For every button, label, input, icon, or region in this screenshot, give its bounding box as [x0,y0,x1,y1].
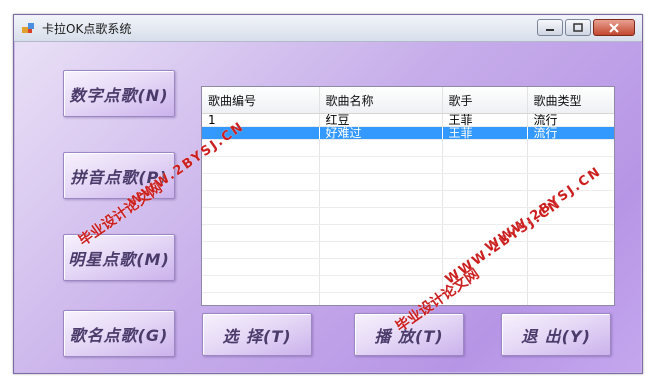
select-button[interactable]: 选 择(T) [202,313,312,356]
empty-row [202,241,614,259]
empty-row [202,207,614,225]
window-title: 卡拉OK点歌系统 [42,22,132,36]
column-header-song-name[interactable]: 歌曲名称 [319,87,443,114]
pinyin-search-button[interactable]: 拼音点歌(P) [63,152,175,199]
column-header-song-type[interactable]: 歌曲类型 [527,87,614,114]
maximize-button[interactable] [565,19,591,36]
cell-song-type: 流行 [527,113,614,127]
column-header-song-id[interactable]: 歌曲编号 [202,87,320,114]
client-area: 数字点歌(N) 拼音点歌(P) 明星点歌(M) 歌名点歌(G) 选 择(T) 播… [15,42,641,372]
cell-song-type: 流行 [527,126,614,140]
cell-singer: 王菲 [442,113,528,127]
empty-row [202,190,614,208]
song-name-search-button[interactable]: 歌名点歌(G) [63,310,175,357]
empty-row [202,139,614,157]
minimize-button[interactable] [537,19,563,36]
cell-song-id [202,126,320,140]
play-button[interactable]: 播 放(T) [354,313,464,356]
close-button[interactable] [593,19,635,36]
exit-button[interactable]: 退 出(Y) [501,313,611,356]
empty-row [202,173,614,191]
song-table: 歌曲编号 歌曲名称 歌手 歌曲类型 1 红豆 王菲 流行 好难过 王菲 流行 [202,87,614,305]
star-search-button[interactable]: 明星点歌(M) [63,234,175,281]
table-row-selected[interactable]: 好难过 王菲 流行 [202,126,614,140]
empty-row [202,275,614,293]
number-search-button[interactable]: 数字点歌(N) [63,70,175,117]
empty-row [202,156,614,174]
close-icon [609,22,619,33]
minimize-icon [546,28,554,31]
table-row[interactable]: 1 红豆 王菲 流行 [202,113,614,127]
app-window: 卡拉OK点歌系统 数字点歌(N) 拼音点歌(P) 明星点歌(M) 歌名点歌(G)… [13,14,643,374]
app-icon [22,23,34,33]
title-bar[interactable]: 卡拉OK点歌系统 [14,15,642,42]
cell-song-name: 好难过 [319,126,443,140]
song-grid[interactable]: 歌曲编号 歌曲名称 歌手 歌曲类型 1 红豆 王菲 流行 好难过 王菲 流行 [201,86,615,306]
column-header-singer[interactable]: 歌手 [442,87,528,114]
cell-singer: 王菲 [442,126,528,140]
empty-row [202,258,614,276]
empty-row [202,292,614,305]
cell-song-name: 红豆 [319,113,443,127]
empty-row [202,224,614,242]
maximize-icon [573,23,583,32]
grid-header-row: 歌曲编号 歌曲名称 歌手 歌曲类型 [202,87,614,114]
cell-song-id: 1 [202,113,320,127]
